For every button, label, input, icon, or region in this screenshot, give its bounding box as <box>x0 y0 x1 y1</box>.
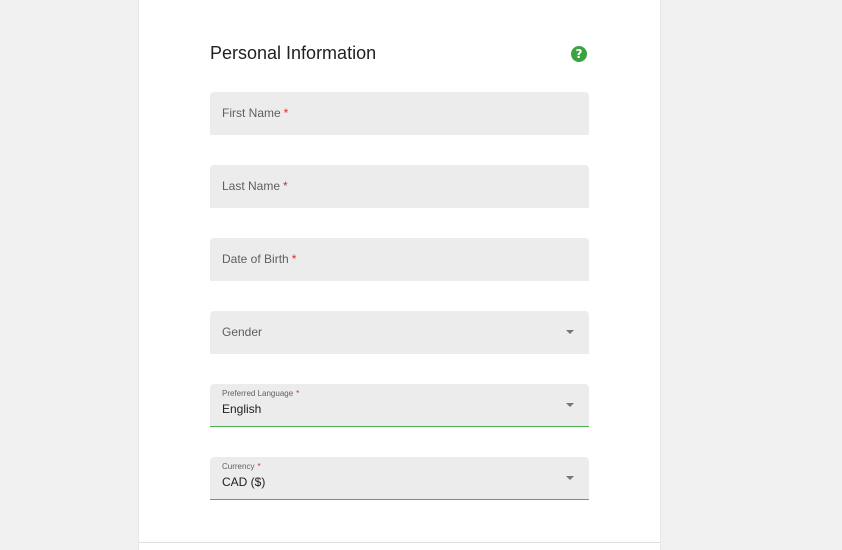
chevron-down-icon[interactable] <box>566 403 574 407</box>
last-name-field[interactable]: Last Name * <box>210 165 589 208</box>
last-name-label: Last Name * <box>222 179 288 193</box>
card-divider <box>139 542 660 543</box>
gender-select[interactable]: Gender <box>210 311 589 354</box>
first-name-field[interactable]: First Name * <box>210 92 589 135</box>
personal-info-card: Personal Information ? First Name * Last … <box>139 0 660 550</box>
first-name-label: First Name * <box>222 106 289 120</box>
preferred-language-select[interactable]: Preferred Language * English <box>210 384 589 427</box>
required-marker: * <box>291 252 297 266</box>
required-marker: * <box>283 106 289 120</box>
date-of-birth-field[interactable]: Date of Birth * <box>210 238 589 281</box>
chevron-down-icon[interactable] <box>566 330 574 334</box>
currency-label: Currency * <box>222 462 261 471</box>
gender-label: Gender <box>222 325 263 339</box>
date-of-birth-label: Date of Birth * <box>222 252 297 266</box>
required-marker: * <box>296 389 300 398</box>
preferred-language-value: English <box>222 402 262 416</box>
required-marker: * <box>283 179 288 193</box>
help-icon[interactable]: ? <box>571 46 587 62</box>
currency-select[interactable]: Currency * CAD ($) <box>210 457 589 500</box>
chevron-down-icon[interactable] <box>566 476 574 480</box>
section-title: Personal Information <box>210 43 377 63</box>
currency-value: CAD ($) <box>222 475 266 489</box>
preferred-language-label: Preferred Language * <box>222 389 300 398</box>
required-marker: * <box>257 462 261 471</box>
